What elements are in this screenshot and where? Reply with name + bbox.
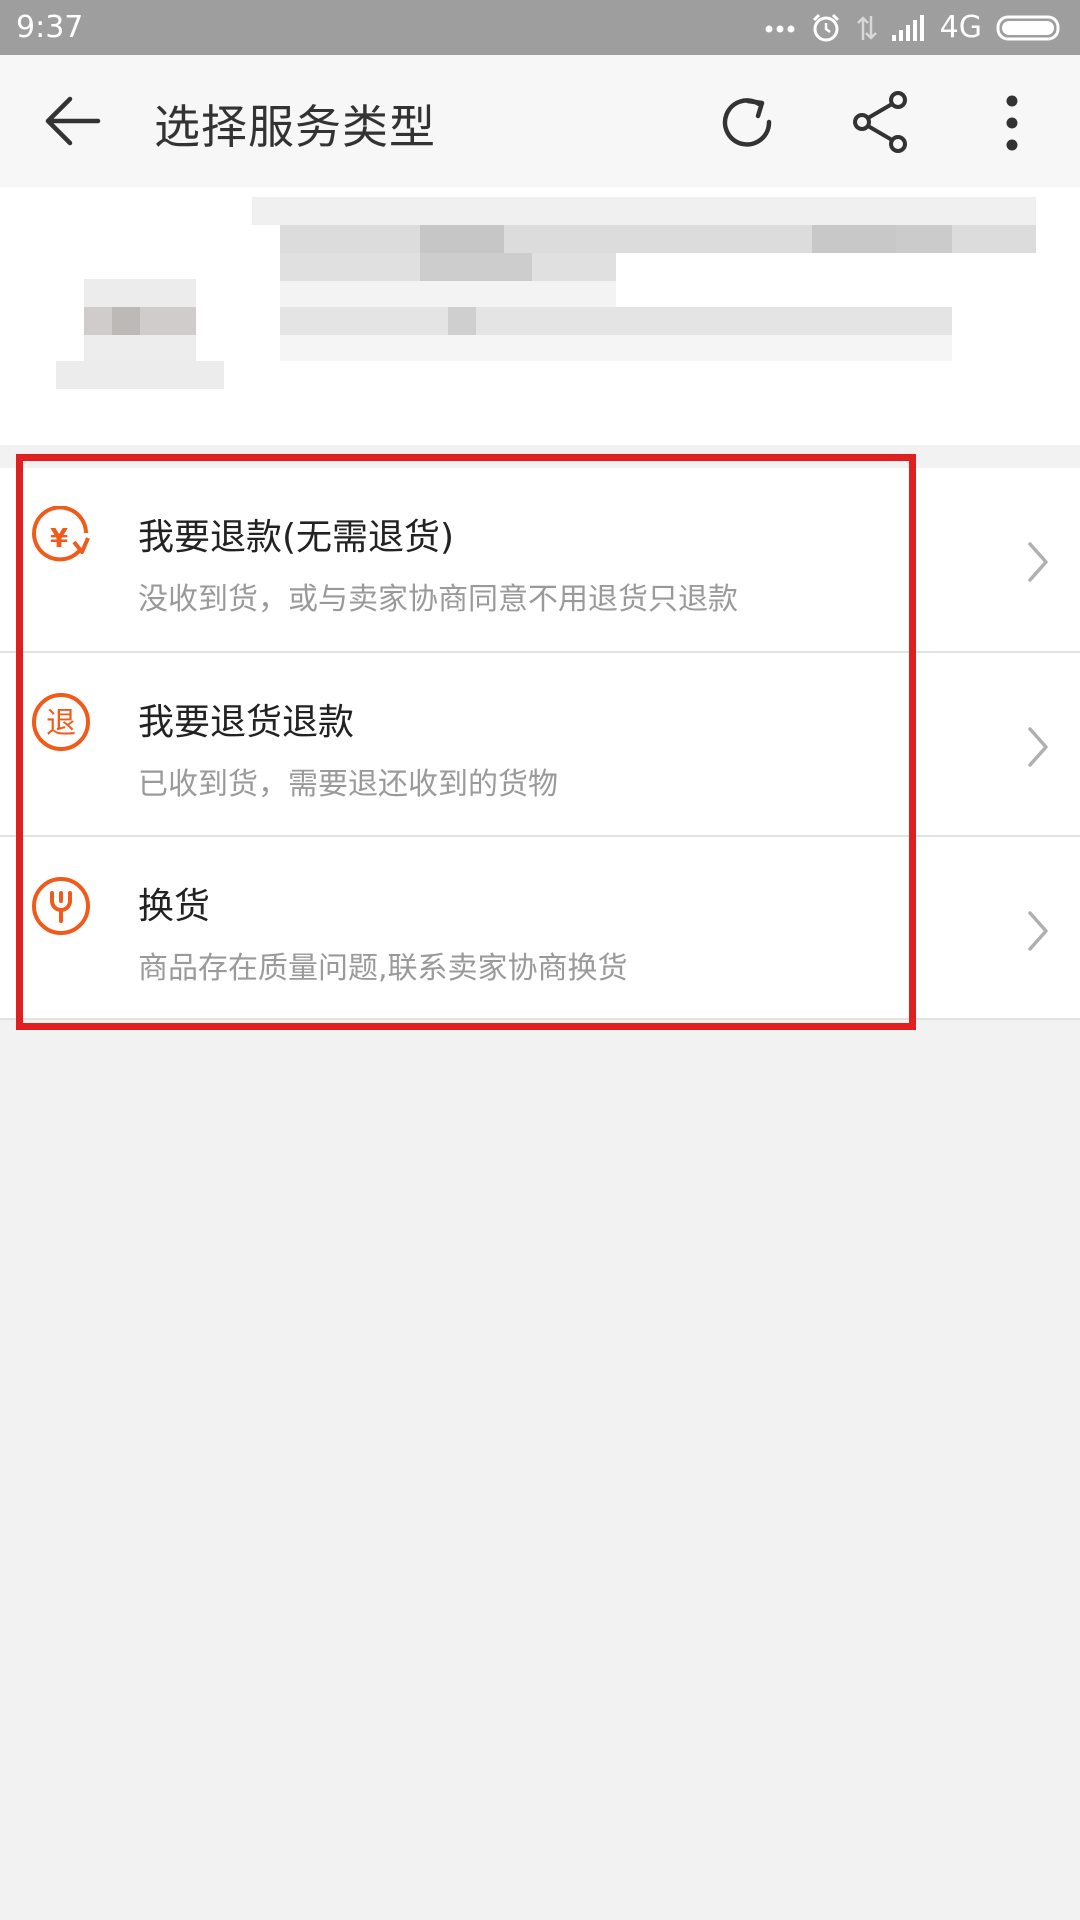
status-time: 9:37 — [16, 10, 84, 45]
page-title: 选择服务类型 — [154, 100, 436, 154]
alarm-icon — [812, 13, 839, 41]
product-header[interactable] — [0, 187, 1080, 445]
chevron-right-icon — [1028, 542, 1048, 582]
data-transfer-icon — [856, 15, 877, 40]
refresh-icon[interactable] — [716, 91, 778, 153]
status-bar: 9:37 4G — [0, 0, 1080, 55]
more-vertical-icon[interactable] — [996, 95, 1028, 151]
more-notifications-icon — [765, 25, 795, 32]
toolbar: 选择服务类型 — [0, 55, 1080, 187]
battery-icon — [996, 15, 1060, 40]
network-type: 4G — [939, 10, 982, 45]
highlight-box — [16, 454, 916, 1030]
signal-icon — [891, 14, 924, 41]
page: 9:37 4G 选择服务类型 ¥ 我要退款(无需退货) 没收到货，或与卖家协商同… — [0, 0, 1080, 1920]
chevron-right-icon — [1028, 727, 1048, 767]
back-arrow-icon[interactable] — [44, 95, 104, 147]
share-icon[interactable] — [852, 91, 910, 153]
status-icons: 4G — [764, 10, 1062, 45]
chevron-right-icon — [1028, 911, 1048, 951]
